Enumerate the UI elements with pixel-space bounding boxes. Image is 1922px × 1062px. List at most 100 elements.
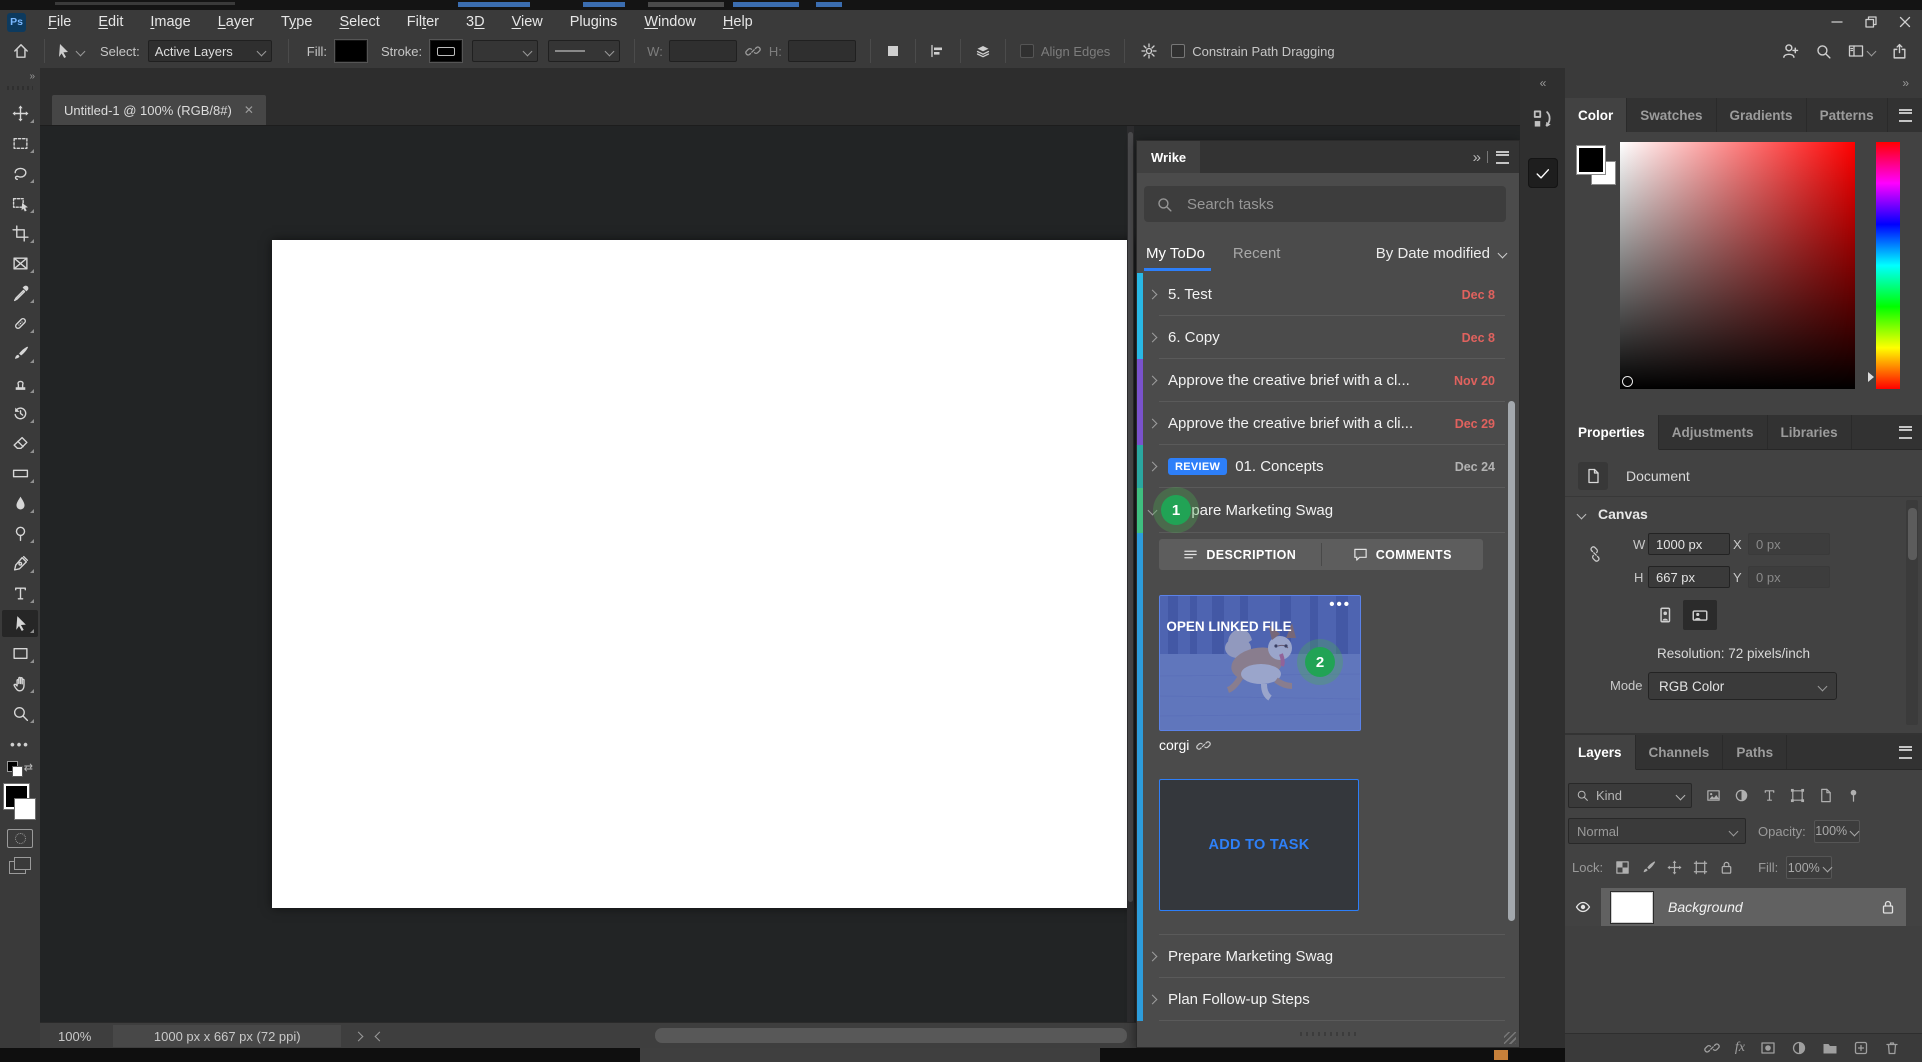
- minimize-button[interactable]: [1820, 10, 1854, 34]
- canvas-x-field[interactable]: 0 px: [1748, 533, 1830, 555]
- task-row[interactable]: 5. TestDec 8: [1137, 273, 1519, 316]
- delete-layer-icon[interactable]: [1884, 1040, 1900, 1056]
- filter-pixel-layers-icon[interactable]: [1706, 788, 1721, 803]
- tab-paths[interactable]: Paths: [1723, 735, 1787, 769]
- shape-width-field[interactable]: [669, 40, 737, 62]
- menu-type[interactable]: Type: [281, 14, 312, 30]
- fill-swatch[interactable]: [335, 40, 367, 62]
- new-adjustment-icon[interactable]: [1791, 1040, 1807, 1056]
- versions-panel-icon[interactable]: [1532, 108, 1554, 130]
- tool-healing[interactable]: [2, 310, 38, 337]
- search-input[interactable]: [1185, 195, 1494, 214]
- status-next-icon[interactable]: [354, 1031, 364, 1041]
- tool-type[interactable]: [2, 580, 38, 607]
- canvas-section-header[interactable]: Canvas: [1578, 506, 1648, 522]
- collapse-panel-icon[interactable]: »: [1473, 149, 1479, 166]
- task-row[interactable]: 6. CopyDec 8: [1137, 316, 1519, 359]
- panel-resize-corner[interactable]: [1504, 1032, 1516, 1044]
- wrike-panel-tab[interactable]: Wrike: [1137, 141, 1200, 173]
- strip-grip[interactable]: [1530, 94, 1556, 98]
- quick-mask-icon[interactable]: [7, 829, 33, 848]
- tool-gradient[interactable]: [2, 460, 38, 487]
- add-mask-icon[interactable]: [1760, 1040, 1776, 1056]
- tab-patterns[interactable]: Patterns: [1807, 98, 1888, 132]
- color-mode-dropdown[interactable]: RGB Color: [1648, 672, 1837, 700]
- share-user-icon[interactable]: [1781, 42, 1799, 60]
- document-info[interactable]: 1000 px x 667 px (72 ppi): [113, 1025, 341, 1047]
- menu-3d[interactable]: 3D: [466, 14, 485, 30]
- filter-adjustment-layers-icon[interactable]: [1734, 788, 1749, 803]
- tab-adjustments[interactable]: Adjustments: [1659, 415, 1768, 449]
- tab-swatches[interactable]: Swatches: [1627, 98, 1716, 132]
- chevron-right-icon[interactable]: [1148, 995, 1158, 1005]
- edit-toolbar-icon[interactable]: •••: [10, 737, 30, 752]
- panel-menu-icon[interactable]: [1496, 151, 1509, 164]
- tool-eraser[interactable]: [2, 430, 38, 457]
- swap-colors-icon[interactable]: ⇄: [7, 761, 33, 775]
- task-row[interactable]: Approve the creative brief with a cl...N…: [1137, 359, 1519, 402]
- strip-grip[interactable]: [1530, 140, 1556, 144]
- tools-grip[interactable]: [7, 86, 33, 90]
- menu-filter[interactable]: Filter: [407, 14, 439, 30]
- select-mode-dropdown[interactable]: Active Layers: [148, 40, 272, 62]
- tab-my-todo[interactable]: My ToDo: [1146, 245, 1205, 262]
- layer-effects-button[interactable]: fx: [1735, 1040, 1745, 1056]
- tool-eyedropper[interactable]: [2, 280, 38, 307]
- menu-help[interactable]: Help: [723, 14, 753, 30]
- layer-row[interactable]: Background: [1565, 888, 1906, 926]
- task-row-expanded[interactable]: 1 Prepare Marketing Swag: [1137, 488, 1519, 533]
- attachment-menu-icon[interactable]: •••: [1329, 596, 1351, 613]
- canvas-horizontal-scrollbar[interactable]: [655, 1028, 1127, 1043]
- hue-strip[interactable]: [1876, 142, 1900, 389]
- tool-rectangle[interactable]: [2, 640, 38, 667]
- tab-channels[interactable]: Channels: [1636, 735, 1724, 769]
- collapse-dock-icon[interactable]: »: [1902, 76, 1908, 90]
- orientation-landscape-button[interactable]: [1683, 600, 1717, 630]
- menu-plugins[interactable]: Plugins: [570, 14, 618, 30]
- panel-resize-grip[interactable]: [1300, 1032, 1356, 1036]
- gear-icon[interactable]: [1141, 43, 1157, 59]
- menu-file[interactable]: File: [48, 14, 71, 30]
- link-dimensions-icon[interactable]: [1587, 546, 1603, 570]
- foreground-color[interactable]: [1577, 146, 1605, 174]
- attachment-thumbnail[interactable]: OPEN LINKED FILE ••• 2: [1159, 595, 1361, 731]
- tool-dodge[interactable]: [2, 520, 38, 547]
- menu-image[interactable]: Image: [150, 14, 190, 30]
- new-layer-icon[interactable]: [1853, 1040, 1869, 1056]
- layer-filter-dropdown[interactable]: Kind: [1568, 783, 1692, 808]
- menu-view[interactable]: View: [512, 14, 543, 30]
- add-to-task-dropzone[interactable]: ADD TO TASK: [1159, 779, 1359, 911]
- background-color[interactable]: [14, 798, 36, 820]
- wrike-scrollbar[interactable]: [1508, 401, 1515, 921]
- chevron-right-icon[interactable]: [1148, 462, 1158, 472]
- filter-shape-layers-icon[interactable]: [1790, 788, 1805, 803]
- lock-all-icon[interactable]: [1719, 860, 1734, 875]
- menu-edit[interactable]: Edit: [98, 14, 123, 30]
- chevron-right-icon[interactable]: [1148, 333, 1158, 343]
- fill-field[interactable]: 100%: [1786, 856, 1832, 879]
- lock-position-icon[interactable]: [1667, 860, 1682, 875]
- orientation-portrait-button[interactable]: [1653, 600, 1677, 630]
- comments-button[interactable]: COMMENTS: [1322, 539, 1484, 570]
- link-layers-icon[interactable]: [1704, 1040, 1720, 1056]
- wrike-panel-button[interactable]: [1528, 158, 1558, 188]
- task-row[interactable]: Prepare Marketing Swag: [1137, 935, 1519, 978]
- document-tab[interactable]: Untitled-1 @ 100% (RGB/8#) ✕: [52, 95, 266, 125]
- filter-type-layers-icon[interactable]: [1762, 788, 1777, 803]
- opacity-field[interactable]: 100%: [1814, 820, 1860, 843]
- foreground-background-swatches[interactable]: [3, 784, 37, 820]
- task-row[interactable]: REVIEW01. ConceptsDec 24: [1137, 445, 1519, 488]
- canvas-height-field[interactable]: 667 px: [1648, 566, 1730, 588]
- open-linked-file-overlay[interactable]: OPEN LINKED FILE: [1160, 614, 1298, 640]
- panel-menu-icon[interactable]: [1899, 746, 1912, 759]
- layer-thumbnail[interactable]: [1611, 892, 1653, 923]
- path-alignment-icon[interactable]: [930, 43, 946, 59]
- tool-marquee[interactable]: [2, 130, 38, 157]
- task-row[interactable]: Plan Follow-up Steps: [1137, 978, 1519, 1021]
- collapse-dock-icon[interactable]: «: [1540, 76, 1546, 90]
- properties-scrollbar[interactable]: [1906, 500, 1918, 725]
- canvas-width-field[interactable]: 1000 px: [1648, 533, 1730, 555]
- workspace-switcher[interactable]: [1848, 43, 1875, 59]
- menu-select[interactable]: Select: [339, 14, 379, 30]
- chevron-right-icon[interactable]: [1148, 290, 1158, 300]
